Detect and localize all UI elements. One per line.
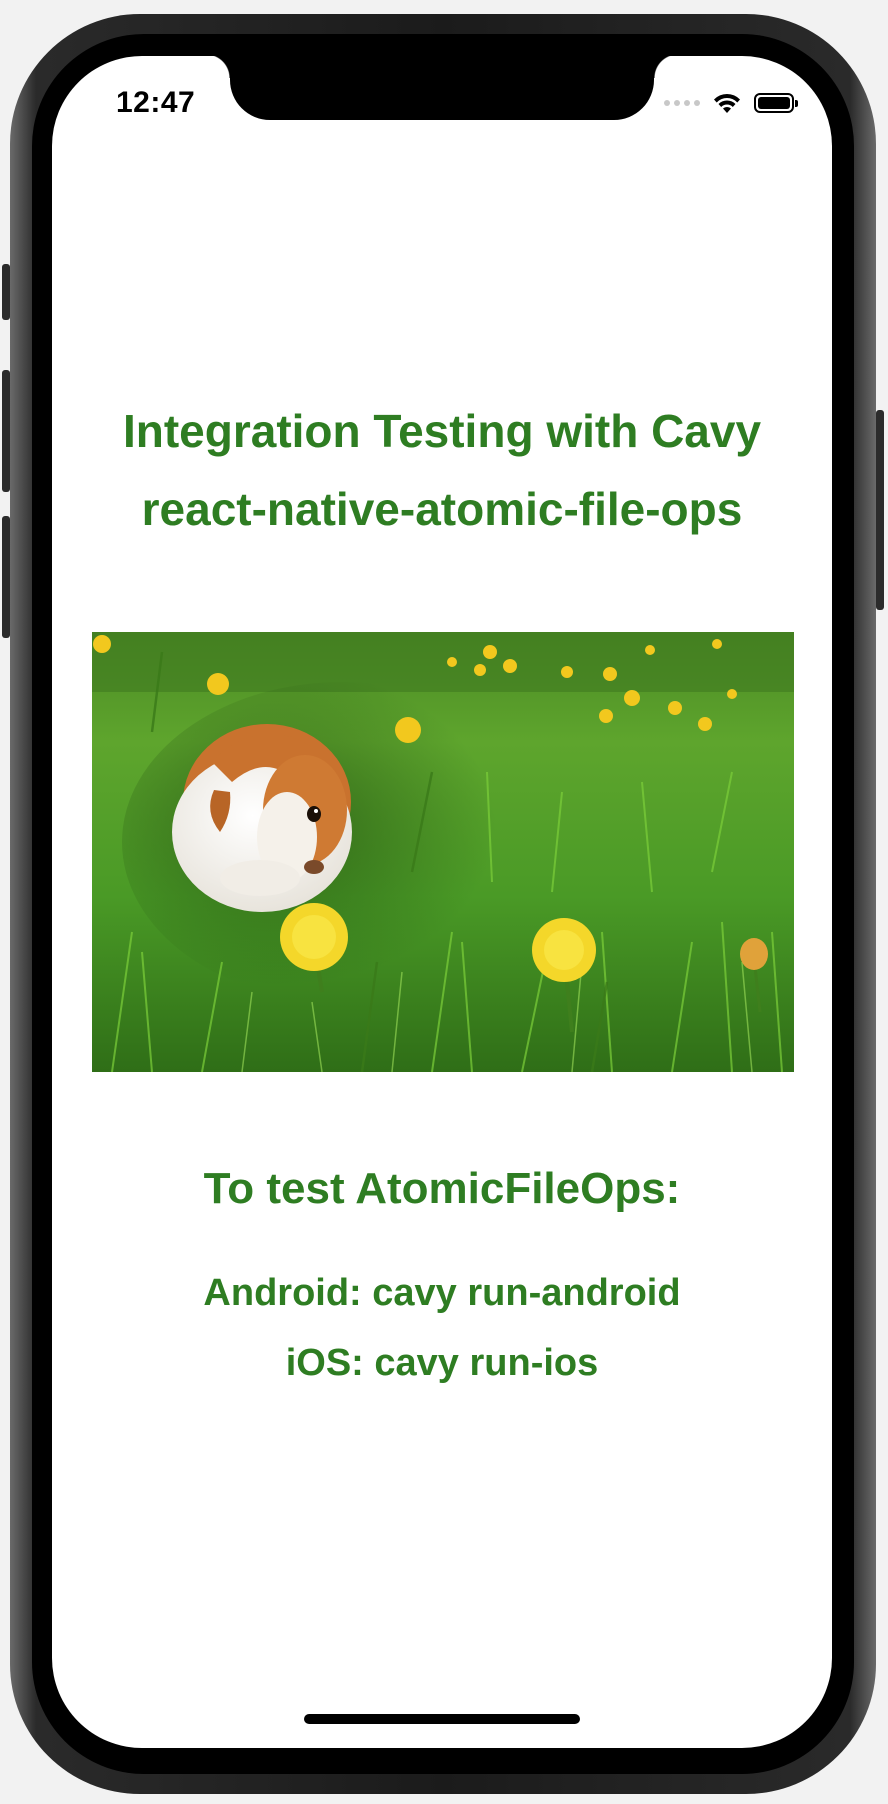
battery-icon [754,93,798,113]
page-subtitle: react-native-atomic-file-ops [141,483,743,535]
instructions-heading: To test AtomicFileOps: [203,1164,681,1213]
ios-instruction: iOS: cavy run-ios [285,1342,599,1384]
wifi-icon [714,93,740,113]
guinea-pig-photo [92,632,794,1072]
home-indicator[interactable] [304,1714,580,1724]
power-button [876,410,884,610]
app-screen: 12:47 Integration Testing with Cavy reac… [52,56,832,1748]
page-title: Integration Testing with Cavy [122,405,762,457]
android-instruction: Android: cavy run-android [203,1272,681,1314]
volume-down-button [2,516,10,638]
cellular-signal-icon [664,100,700,106]
notch [206,56,678,120]
status-time: 12:47 [116,86,196,119]
status-icons [664,92,798,114]
mute-switch [2,264,10,320]
volume-up-button [2,370,10,492]
